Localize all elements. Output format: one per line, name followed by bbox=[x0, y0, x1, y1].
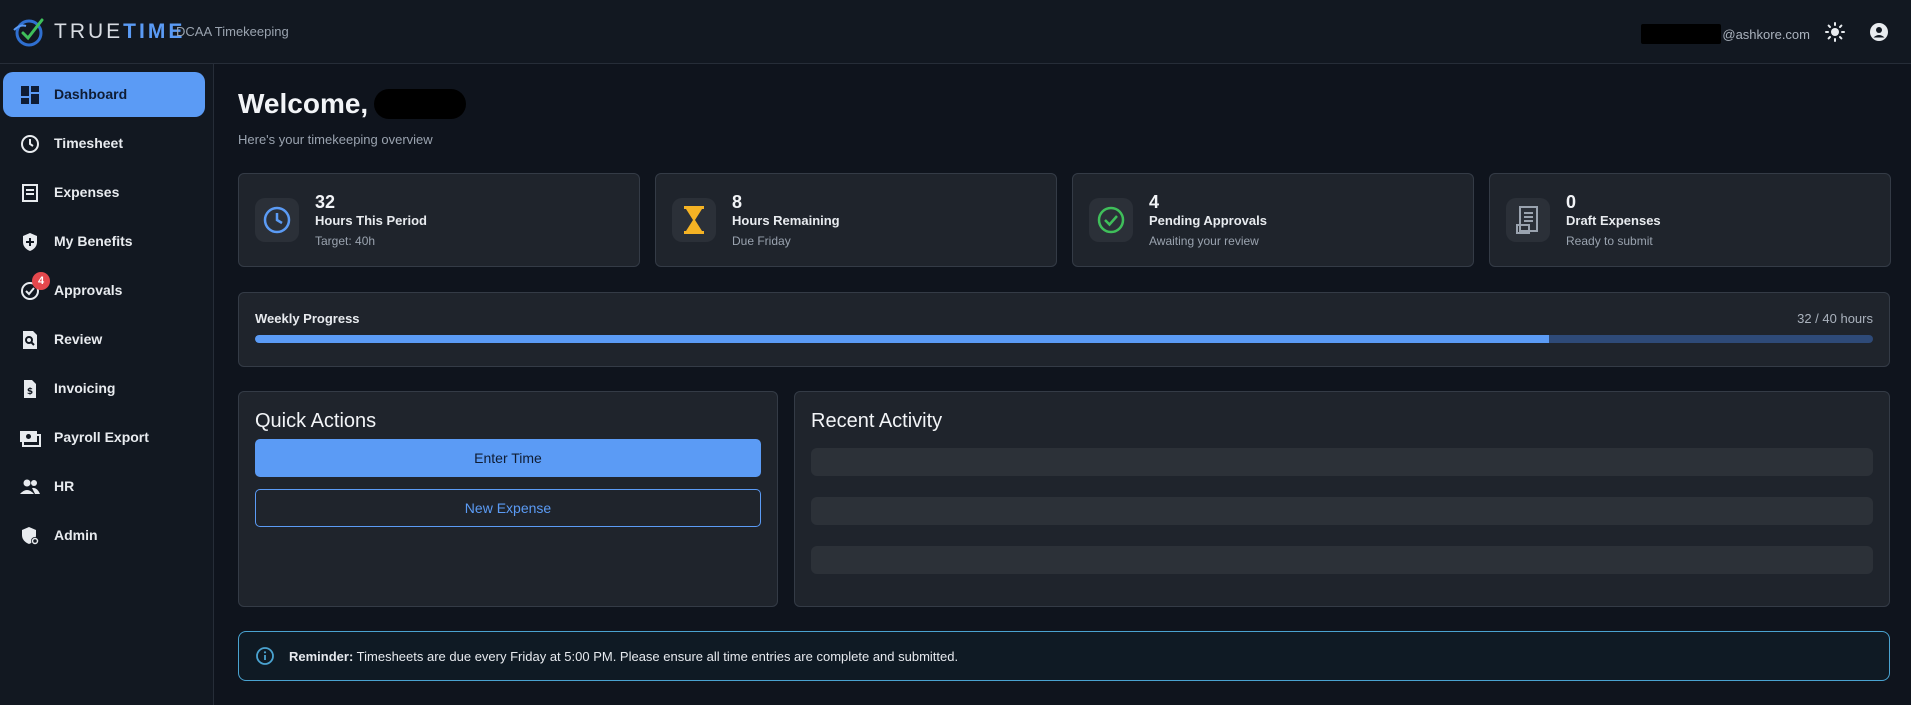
page-title: Welcome, bbox=[238, 88, 467, 120]
stat-card-pending-approvals: 4 Pending Approvals Awaiting your review bbox=[1072, 173, 1474, 267]
svg-text:$: $ bbox=[27, 387, 33, 397]
info-icon bbox=[256, 647, 274, 665]
admin-shield-icon bbox=[18, 524, 42, 548]
shield-plus-icon bbox=[18, 230, 42, 254]
redacted-email-name bbox=[1641, 24, 1722, 44]
account-circle-icon[interactable] bbox=[1867, 20, 1891, 44]
sidebar-item-label: Admin bbox=[54, 527, 98, 543]
clock-icon bbox=[255, 198, 299, 242]
receipt-icon bbox=[1506, 198, 1550, 242]
page-subtitle: Here's your timekeeping overview bbox=[238, 132, 433, 147]
sidebar-item-timesheet[interactable]: Timesheet bbox=[3, 121, 205, 166]
quick-actions-title: Quick Actions bbox=[255, 410, 377, 432]
sidebar-item-label: Timesheet bbox=[54, 135, 123, 151]
document-search-icon bbox=[18, 328, 42, 352]
stat-label: Pending Approvals bbox=[1149, 213, 1267, 228]
new-expense-button[interactable]: New Expense bbox=[255, 489, 761, 527]
brand-subtitle: DCAA Timekeeping bbox=[176, 24, 289, 39]
sidebar-item-label: Payroll Export bbox=[54, 429, 149, 445]
stat-label: Draft Expenses bbox=[1566, 213, 1661, 228]
receipt-icon bbox=[18, 181, 42, 205]
sidebar-item-label: HR bbox=[54, 478, 75, 494]
progress-text: 32 / 40 hours bbox=[1797, 311, 1873, 326]
stat-label: Hours Remaining bbox=[732, 213, 840, 228]
sidebar: Dashboard Timesheet Expenses My Benefits… bbox=[0, 64, 214, 705]
stat-value: 0 bbox=[1566, 192, 1577, 212]
activity-skeleton-row bbox=[811, 546, 1873, 574]
stat-label: Hours This Period bbox=[315, 213, 427, 228]
top-bar: TRUETIME DCAA Timekeeping @ashkore.com bbox=[0, 0, 1911, 64]
sidebar-item-approvals[interactable]: 4 Approvals bbox=[3, 268, 205, 313]
activity-skeleton-row bbox=[811, 497, 1873, 525]
people-icon bbox=[18, 475, 42, 499]
recent-activity-card: Recent Activity bbox=[794, 391, 1890, 607]
sidebar-item-expenses[interactable]: Expenses bbox=[3, 170, 205, 215]
user-email: @ashkore.com bbox=[1641, 24, 1810, 44]
invoice-dollar-icon: $ bbox=[18, 377, 42, 401]
sidebar-item-label: My Benefits bbox=[54, 233, 133, 249]
stat-sub: Due Friday bbox=[732, 234, 791, 248]
stat-value: 8 bbox=[732, 192, 743, 212]
stat-card-hours-this-period: 32 Hours This Period Target: 40h bbox=[238, 173, 640, 267]
stat-sub: Awaiting your review bbox=[1149, 234, 1259, 248]
reminder-text: Reminder: Timesheets are due every Frida… bbox=[289, 649, 959, 664]
stat-sub: Ready to submit bbox=[1566, 234, 1653, 248]
stat-card-draft-expenses: 0 Draft Expenses Ready to submit bbox=[1489, 173, 1891, 267]
quick-actions-card: Quick Actions Enter Time New Expense bbox=[238, 391, 778, 607]
sidebar-item-my-benefits[interactable]: My Benefits bbox=[3, 219, 205, 264]
brand-name: TRUETIME bbox=[54, 20, 186, 43]
truetime-logo-icon bbox=[13, 18, 44, 47]
progress-fill bbox=[255, 335, 1550, 343]
activity-skeleton-row bbox=[811, 448, 1873, 476]
cash-icon bbox=[18, 426, 42, 450]
recent-activity-title: Recent Activity bbox=[811, 410, 943, 432]
weekly-progress-card: Weekly Progress 32 / 40 hours bbox=[238, 292, 1890, 367]
sidebar-item-label: Invoicing bbox=[54, 380, 116, 396]
stat-value: 4 bbox=[1149, 192, 1160, 212]
progress-title: Weekly Progress bbox=[255, 311, 360, 326]
dashboard-icon bbox=[18, 83, 42, 107]
sidebar-item-review[interactable]: Review bbox=[3, 317, 205, 362]
stat-value: 32 bbox=[315, 192, 336, 212]
approvals-count-badge: 4 bbox=[32, 272, 50, 290]
reminder-banner: Reminder: Timesheets are due every Frida… bbox=[238, 631, 1890, 681]
sidebar-item-label: Approvals bbox=[54, 282, 123, 298]
sidebar-item-label: Dashboard bbox=[54, 86, 128, 102]
stat-sub: Target: 40h bbox=[315, 234, 376, 248]
sidebar-item-invoicing[interactable]: $ Invoicing bbox=[3, 366, 205, 411]
sun-icon[interactable] bbox=[1823, 20, 1847, 44]
enter-time-button[interactable]: Enter Time bbox=[255, 439, 761, 477]
sidebar-item-label: Review bbox=[54, 331, 103, 347]
sidebar-item-label: Expenses bbox=[54, 184, 120, 200]
sidebar-item-dashboard[interactable]: Dashboard bbox=[3, 72, 205, 117]
clock-icon bbox=[18, 132, 42, 156]
stat-card-hours-remaining: 8 Hours Remaining Due Friday bbox=[655, 173, 1057, 267]
sidebar-item-admin[interactable]: Admin bbox=[3, 513, 205, 558]
hourglass-icon bbox=[672, 198, 716, 242]
check-circle-icon bbox=[1089, 198, 1133, 242]
sidebar-item-hr[interactable]: HR bbox=[3, 464, 205, 509]
progress-track bbox=[255, 335, 1873, 343]
redacted-user-name bbox=[374, 89, 467, 119]
sidebar-item-payroll-export[interactable]: Payroll Export bbox=[3, 415, 205, 460]
